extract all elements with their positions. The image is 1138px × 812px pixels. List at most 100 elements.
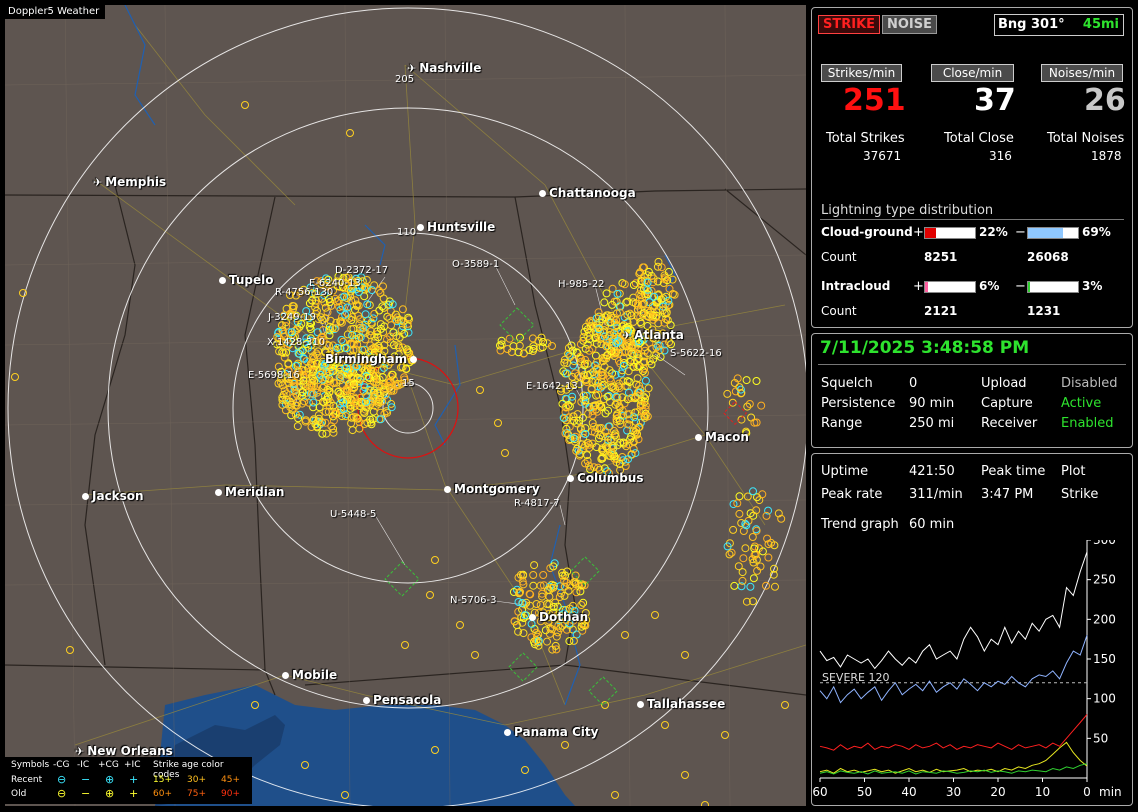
city-label: Meridian bbox=[225, 485, 285, 499]
cg-negative-pct: 69% bbox=[1082, 225, 1111, 239]
datetime-display: 7/11/2025 3:48:58 PM bbox=[820, 338, 1030, 358]
storm-cell-label[interactable]: O-3589-1 bbox=[452, 259, 499, 270]
y-tick-label: 50 bbox=[1093, 731, 1108, 745]
storm-cell-label[interactable]: S-5622-16 bbox=[670, 348, 722, 359]
strike-marker bbox=[629, 281, 638, 289]
bearing-value: Bng 301° bbox=[998, 17, 1065, 32]
strike-button[interactable]: STRIKE bbox=[818, 15, 881, 34]
trend-series-line bbox=[819, 714, 1088, 751]
strike-marker bbox=[539, 571, 548, 579]
ic-negative-count: 1231 bbox=[1027, 304, 1061, 318]
city-dot-icon bbox=[695, 434, 702, 441]
cell-leaders bbox=[294, 264, 686, 606]
strike-marker bbox=[476, 386, 484, 394]
upload-value[interactable]: Disabled bbox=[1061, 376, 1117, 391]
storm-cell-label[interactable]: E-5698-16 bbox=[248, 370, 300, 381]
trend-window-value[interactable]: 60 min bbox=[909, 517, 954, 532]
city-label: Memphis bbox=[105, 175, 167, 189]
storm-cell-label[interactable]: U-5448-5 bbox=[330, 509, 376, 520]
city-macon: Macon bbox=[695, 430, 749, 444]
x-unit-label: min bbox=[1099, 785, 1122, 799]
city-dot-icon bbox=[539, 190, 546, 197]
total-noises-label: Total Noises bbox=[1047, 131, 1125, 146]
storm-cell-label[interactable]: E-1642-13 bbox=[526, 381, 578, 392]
storm-cell-label[interactable]: J-3249-19 bbox=[268, 312, 316, 323]
strike-marker bbox=[746, 582, 755, 591]
persistence-value[interactable]: 90 min bbox=[909, 396, 954, 411]
old-age-60: 60+ bbox=[153, 789, 172, 799]
squelch-value[interactable]: 0 bbox=[909, 376, 917, 391]
recent-age-15: 15+ bbox=[153, 775, 172, 785]
capture-value[interactable]: Active bbox=[1061, 396, 1101, 411]
city-dot-icon bbox=[529, 614, 536, 621]
strike-marker bbox=[757, 401, 766, 410]
strike-marker bbox=[11, 373, 19, 381]
receiver-value[interactable]: Enabled bbox=[1061, 416, 1114, 431]
city-pensacola: Pensacola bbox=[363, 693, 441, 707]
noise-button[interactable]: NOISE bbox=[882, 15, 938, 34]
map-canvas bbox=[5, 5, 806, 806]
strike-marker bbox=[741, 544, 750, 553]
y-tick-label: 250 bbox=[1093, 573, 1116, 587]
city-dot-icon bbox=[215, 489, 222, 496]
strike-marker bbox=[621, 631, 629, 639]
city-huntsville: Huntsville bbox=[417, 220, 495, 234]
storm-cell-label[interactable]: X-1428-310 bbox=[267, 337, 325, 348]
uptime-label: Uptime bbox=[821, 464, 869, 479]
x-tick-label: 60 bbox=[812, 785, 827, 799]
city-label: Mobile bbox=[292, 668, 338, 682]
x-tick-label: 10 bbox=[1035, 785, 1050, 799]
lightning-map[interactable]: Doppler5 Weather ✈ Nashville ✈ Memphis Chatt… bbox=[5, 5, 806, 806]
strike-marker bbox=[771, 582, 779, 591]
strike-marker bbox=[543, 637, 551, 646]
range-ring-label: 205 bbox=[395, 74, 415, 85]
stats-panel: STRIKE NOISE Bng 301° 45mi Strikes/min C… bbox=[812, 7, 1132, 325]
ic-minus-sign: − bbox=[1015, 279, 1026, 294]
city-jackson: Jackson bbox=[82, 489, 144, 503]
legend-header-plus-cg: +CG bbox=[98, 760, 119, 770]
distance-value: 45mi bbox=[1082, 17, 1119, 32]
range-rings bbox=[7, 7, 806, 806]
strike-marker bbox=[681, 771, 689, 779]
city-label: Birmingham bbox=[325, 352, 408, 366]
strike-marker bbox=[735, 492, 744, 501]
storm-cell-label[interactable]: R-4817-7 bbox=[514, 498, 560, 509]
strike-marker bbox=[516, 333, 524, 342]
cg-positive-count: 8251 bbox=[924, 250, 958, 264]
plot-value[interactable]: Strike bbox=[1061, 487, 1098, 502]
strike-marker bbox=[739, 554, 748, 563]
cg-positive-fill bbox=[925, 228, 936, 238]
storm-cell-label[interactable]: D-2372-17 bbox=[335, 265, 388, 276]
total-strikes-label: Total Strikes bbox=[826, 131, 905, 146]
strike-marker bbox=[348, 426, 357, 435]
noises-per-min-value: 26 bbox=[1084, 83, 1126, 118]
strikes-per-min-label: Strikes/min bbox=[821, 64, 902, 82]
strike-marker bbox=[730, 581, 739, 590]
strike-marker bbox=[379, 282, 387, 291]
strike-marker bbox=[337, 335, 346, 344]
distribution-divider bbox=[820, 219, 1124, 220]
range-value[interactable]: 250 mi bbox=[909, 416, 954, 431]
strike-marker bbox=[721, 731, 729, 739]
status-panel: 7/11/2025 3:48:58 PM Squelch 0 Upload Di… bbox=[811, 333, 1133, 448]
cg-negative-fill bbox=[1028, 228, 1063, 238]
city-tallahassee: Tallahassee bbox=[637, 697, 725, 711]
y-tick-label: 150 bbox=[1093, 652, 1116, 666]
storm-cell-label[interactable]: N-5706-3 bbox=[450, 595, 497, 606]
strike-marker bbox=[752, 506, 761, 515]
storm-cell-label[interactable]: R-4756-130 bbox=[275, 287, 333, 298]
strike-marker bbox=[651, 611, 659, 619]
strike-marker bbox=[636, 418, 645, 427]
storm-cell-label[interactable]: H-985-22 bbox=[558, 279, 605, 290]
x-tick-label: 50 bbox=[857, 785, 872, 799]
strike-marker bbox=[494, 419, 502, 427]
strikes-per-min-value: 251 bbox=[843, 83, 906, 118]
ic-label: Intracloud bbox=[821, 279, 891, 293]
airport-icon: ✈ bbox=[622, 329, 632, 342]
city-dot-icon bbox=[444, 486, 451, 493]
strike-marker bbox=[656, 352, 665, 361]
city-atlanta: ✈ Atlanta bbox=[622, 328, 684, 342]
symbol-legend: Symbols -CG -IC +CG +IC Strike age color… bbox=[5, 757, 252, 804]
strike-marker bbox=[764, 553, 773, 562]
total-close-label: Total Close bbox=[944, 131, 1014, 146]
